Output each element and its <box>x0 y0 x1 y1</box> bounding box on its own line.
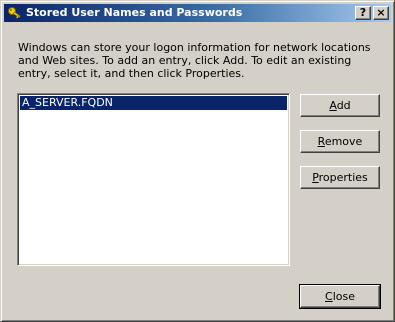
help-icon: ? <box>359 6 367 19</box>
properties-button-label: roperties <box>318 171 368 184</box>
close-button-accel: C <box>325 290 333 303</box>
remove-button[interactable]: Remove <box>300 130 380 153</box>
close-icon: × <box>376 6 386 19</box>
close-window-button[interactable]: × <box>373 6 389 20</box>
remove-button-label: emove <box>324 135 363 148</box>
remove-button-accel: R <box>317 135 325 148</box>
add-button-label: dd <box>336 99 351 112</box>
properties-button[interactable]: Properties <box>300 166 380 189</box>
add-button-accel: A <box>329 99 337 112</box>
description-text: Windows can store your logon information… <box>18 41 371 80</box>
add-button[interactable]: Add <box>300 94 380 117</box>
help-button[interactable]: ? <box>355 6 371 20</box>
close-button[interactable]: Close <box>299 284 381 309</box>
list-item[interactable]: A_SERVER.FQDN <box>20 96 287 110</box>
close-button-label: lose <box>332 290 355 303</box>
credentials-list[interactable]: A_SERVER.FQDN <box>17 93 290 266</box>
key-icon <box>8 7 21 19</box>
dialog-window: Stored User Names and Passwords ? × Wind… <box>0 0 395 322</box>
window-title: Stored User Names and Passwords <box>26 6 243 19</box>
title-bar[interactable]: Stored User Names and Passwords ? × <box>4 4 391 22</box>
